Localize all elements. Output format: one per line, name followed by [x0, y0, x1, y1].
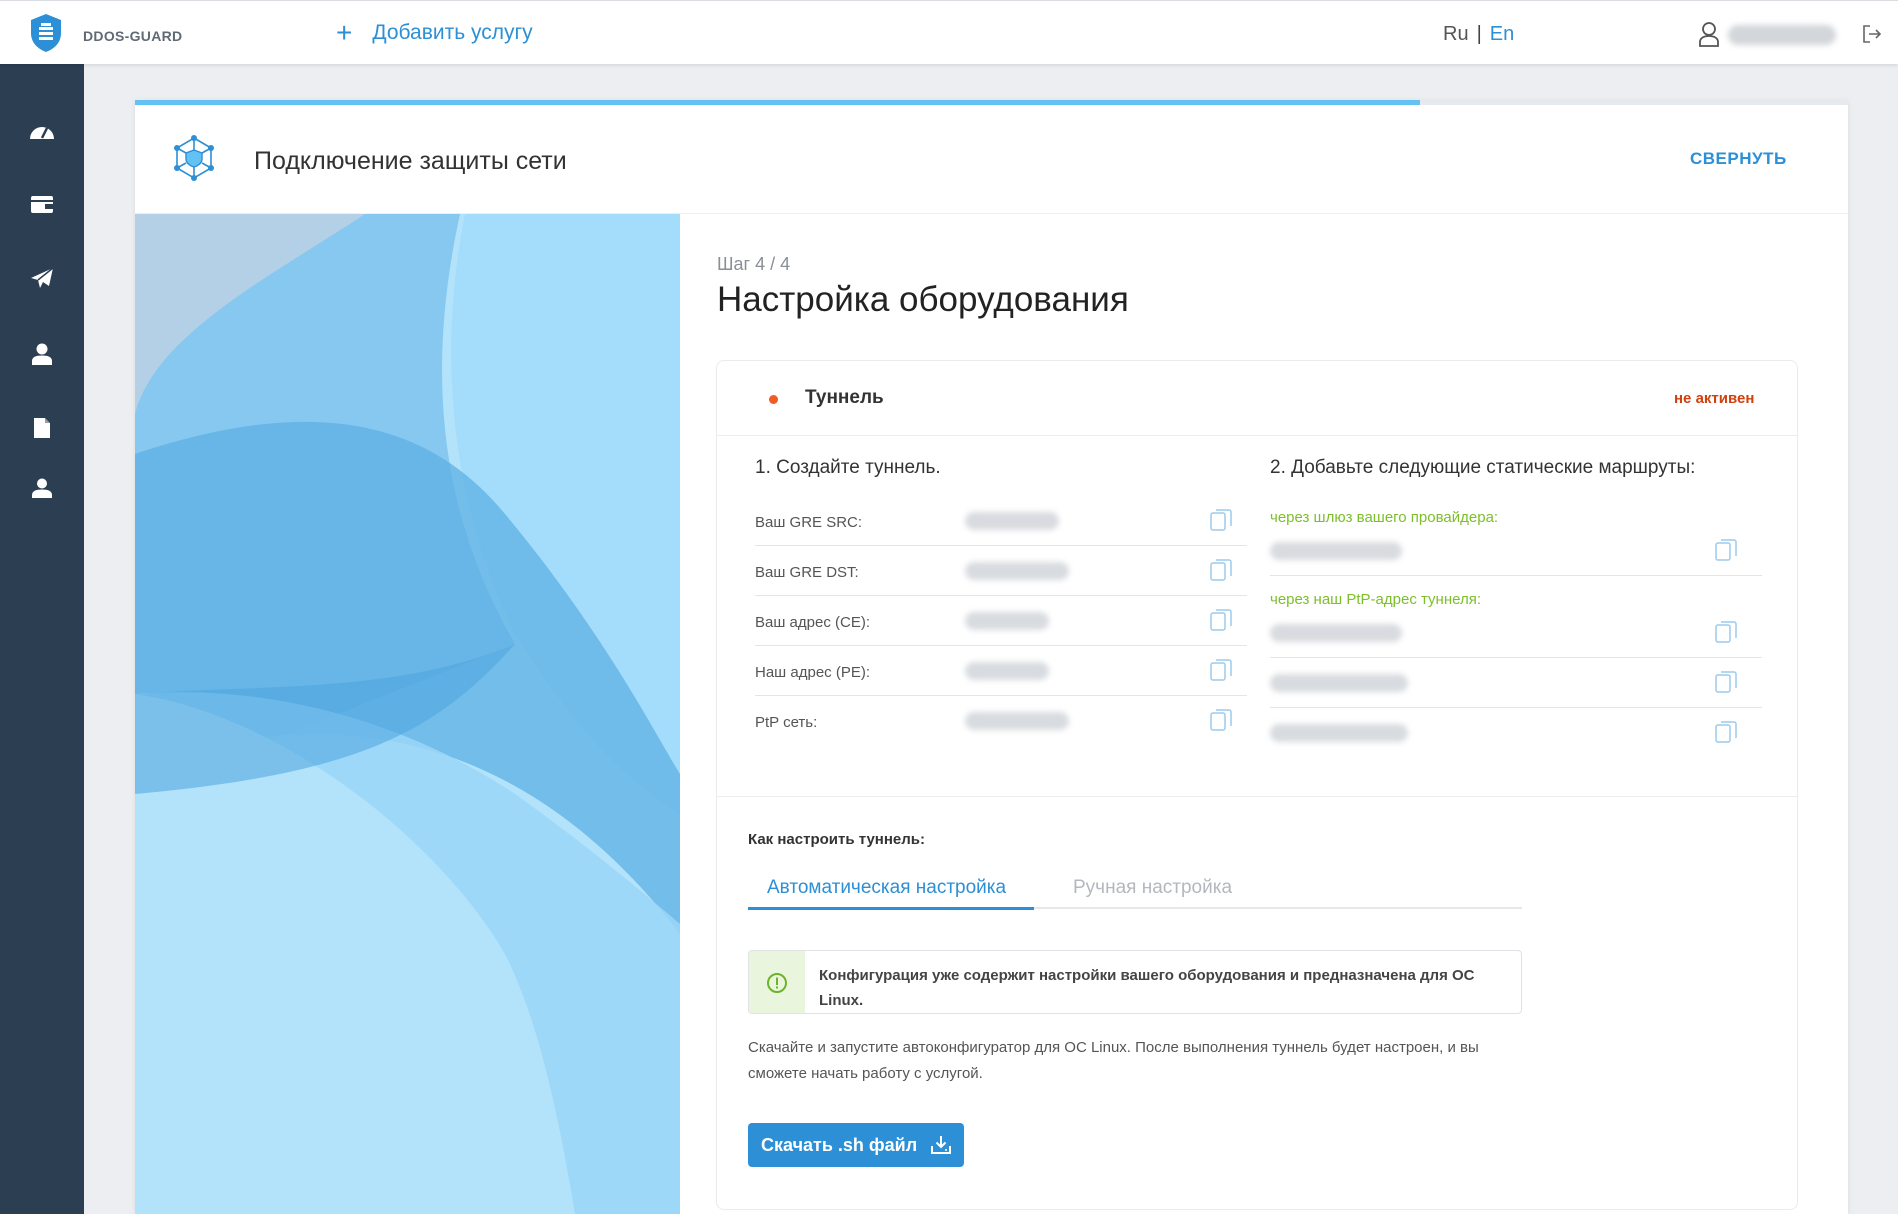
param-value-blurred — [965, 512, 1059, 530]
param-label: Ваш адрес (CE): — [755, 614, 870, 631]
tunnel-panel: Туннель не активен 1. Создайте туннель. … — [716, 360, 1798, 1210]
copy-icon[interactable] — [1715, 720, 1737, 744]
copy-icon[interactable] — [1210, 558, 1232, 582]
tunnel-status: не активен — [1674, 390, 1755, 407]
lang-en-link[interactable]: En — [1490, 23, 1514, 46]
param-label: Наш адрес (PE): — [755, 664, 870, 681]
lang-separator: | — [1476, 23, 1482, 45]
decorative-illustration — [135, 214, 680, 1214]
sidebar-item-wallet[interactable] — [28, 190, 56, 218]
top-bar: DDOS-GUARD + Добавить услугу Ru | En — [0, 0, 1898, 64]
logout-icon[interactable] — [1862, 25, 1882, 43]
route-value-blurred — [1270, 724, 1408, 742]
card-header: Подключение защиты сети СВЕРНУТЬ — [135, 105, 1848, 214]
sidebar — [0, 64, 84, 1214]
document-icon — [34, 418, 50, 438]
sidebar-item-profile[interactable] — [28, 340, 56, 368]
add-service-button[interactable]: + Добавить услугу — [336, 19, 533, 47]
tab-manual-setup[interactable]: Ручная настройка — [1073, 877, 1232, 899]
step-title: Настройка оборудования — [717, 280, 1129, 319]
tunnel-header: Туннель не активен — [717, 361, 1797, 436]
abstract-waves-graphic — [135, 214, 680, 1214]
user-icon — [32, 343, 52, 365]
connection-wizard-card: Подключение защиты сети СВЕРНУТЬ Шаг 4 /… — [135, 100, 1848, 1214]
info-strip — [749, 951, 805, 1013]
route-row — [1270, 658, 1762, 708]
info-text: Конфигурация уже содержит настройки ваше… — [819, 967, 1475, 1009]
lang-ru-link[interactable]: Ru — [1443, 23, 1469, 46]
param-label: Ваш GRE DST: — [755, 564, 859, 581]
download-icon — [931, 1136, 952, 1154]
param-row-pe: Наш адрес (PE): — [755, 646, 1247, 696]
create-tunnel-heading: 1. Создайте туннель. — [755, 457, 941, 478]
download-label: Скачать .sh файл — [761, 1134, 918, 1155]
collapse-button[interactable]: СВЕРНУТЬ — [1690, 149, 1787, 169]
user-name-blurred[interactable] — [1728, 25, 1836, 45]
setup-tabs: Автоматическая настройка Ручная настройк… — [748, 869, 1522, 910]
user-icon[interactable] — [1698, 21, 1720, 47]
section-divider — [717, 796, 1797, 797]
step-content: Шаг 4 / 4 Настройка оборудования Туннель… — [680, 214, 1848, 1214]
setup-description: Скачайте и запустите автоконфигуратор дл… — [748, 1039, 1479, 1082]
copy-icon[interactable] — [1210, 508, 1232, 532]
param-value-blurred — [965, 562, 1069, 580]
network-shield-icon — [174, 135, 214, 181]
route-value-blurred — [1270, 624, 1402, 642]
plus-icon: + — [336, 17, 353, 48]
route-note-provider: через шлюз вашего провайдера: — [1270, 509, 1499, 526]
route-value-blurred — [1270, 542, 1402, 560]
copy-icon[interactable] — [1210, 708, 1232, 732]
param-value-blurred — [965, 712, 1069, 730]
dashboard-icon — [30, 127, 54, 139]
param-row-gre-dst: Ваш GRE DST: — [755, 546, 1247, 596]
param-label: PtP сеть: — [755, 714, 818, 731]
sidebar-item-support[interactable] — [28, 474, 56, 502]
tab-auto-setup[interactable]: Автоматическая настройка — [767, 877, 1006, 899]
card-title: Подключение защиты сети — [254, 147, 567, 175]
paper-plane-icon — [31, 267, 54, 288]
tunnel-name: Туннель — [805, 387, 884, 408]
route-row — [1270, 526, 1762, 576]
copy-icon[interactable] — [1210, 608, 1232, 632]
language-switcher: Ru | En — [1443, 23, 1514, 46]
route-row — [1270, 708, 1762, 758]
copy-icon[interactable] — [1715, 620, 1737, 644]
info-notice: Конфигурация уже содержит настройки ваше… — [748, 950, 1522, 1014]
status-dot-icon — [769, 395, 778, 404]
howto-label: Как настроить туннель: — [748, 831, 925, 848]
wallet-icon — [31, 196, 53, 213]
param-row-ptp: PtP сеть: — [755, 696, 1247, 746]
static-routes-heading: 2. Добавьте следующие статические маршру… — [1270, 457, 1696, 478]
active-tab-indicator — [748, 907, 1034, 910]
param-row-gre-src: Ваш GRE SRC: — [755, 496, 1247, 546]
sidebar-item-dashboard[interactable] — [28, 116, 56, 144]
sidebar-item-documents[interactable] — [28, 414, 56, 442]
param-value-blurred — [965, 612, 1049, 630]
step-counter: Шаг 4 / 4 — [717, 254, 791, 274]
shield-logo-icon[interactable] — [28, 13, 64, 53]
download-sh-button[interactable]: Скачать .sh файл — [748, 1123, 964, 1167]
sidebar-item-send[interactable] — [28, 264, 56, 292]
param-label: Ваш GRE SRC: — [755, 514, 863, 531]
param-row-ce: Ваш адрес (CE): — [755, 596, 1247, 646]
brand-name: DDOS-GUARD — [83, 28, 183, 44]
route-value-blurred — [1270, 674, 1408, 692]
add-service-label: Добавить услугу — [372, 21, 533, 44]
route-note-ptp: через наш PtP-адрес туннеля: — [1270, 591, 1481, 608]
copy-icon[interactable] — [1715, 538, 1737, 562]
copy-icon[interactable] — [1715, 670, 1737, 694]
support-user-icon — [32, 478, 52, 498]
param-value-blurred — [965, 662, 1049, 680]
exclamation-icon — [767, 973, 787, 993]
route-row — [1270, 608, 1762, 658]
copy-icon[interactable] — [1210, 658, 1232, 682]
